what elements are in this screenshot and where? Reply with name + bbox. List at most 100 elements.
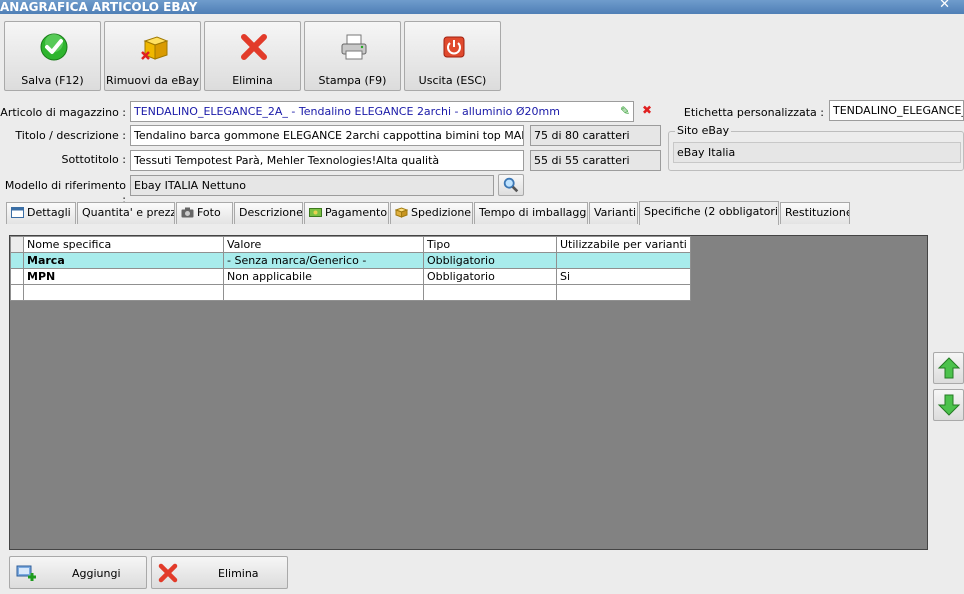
cell-tipo[interactable]: Obbligatorio bbox=[423, 268, 557, 285]
tab-specifiche[interactable]: Specifiche (2 obbligatorie) bbox=[639, 201, 779, 225]
power-icon bbox=[443, 36, 465, 58]
printer-icon bbox=[341, 34, 367, 60]
tab-quantita[interactable]: Quantita' e prezzo bbox=[77, 202, 175, 224]
tab-bar: Dettagli Quantita' e prezzo Foto Descriz… bbox=[6, 201, 852, 225]
cell-empty[interactable] bbox=[23, 284, 224, 301]
magnifier-icon bbox=[503, 177, 519, 193]
checkmark-icon bbox=[40, 33, 68, 61]
etichetta-label: Etichetta personalizzata : bbox=[683, 106, 824, 119]
tab-foto[interactable]: Foto bbox=[176, 202, 233, 224]
row-indicator bbox=[10, 284, 24, 301]
close-icon[interactable]: ✕ bbox=[939, 0, 950, 12]
tab-spedizione-label: Spedizione bbox=[411, 206, 472, 219]
tab-descrizione[interactable]: Descrizione bbox=[234, 202, 303, 224]
table-header-row: Nome specifica Valore Tipo Utilizzabile … bbox=[10, 236, 691, 253]
print-button[interactable]: Stampa (F9) bbox=[304, 21, 401, 91]
sito-ebay-field: eBay Italia bbox=[673, 142, 961, 163]
row-indicator bbox=[10, 268, 24, 285]
sottotitolo-label: Sottotitolo : bbox=[61, 153, 126, 166]
tab-restituzione[interactable]: Restituzione bbox=[780, 202, 850, 224]
col-nome-specifica[interactable]: Nome specifica bbox=[23, 236, 224, 253]
exit-button[interactable]: Uscita (ESC) bbox=[404, 21, 501, 91]
cell-valore[interactable]: - Senza marca/Generico - bbox=[223, 252, 424, 269]
specifiche-table: Nome specifica Valore Tipo Utilizzabile … bbox=[10, 236, 691, 301]
modello-value: Ebay ITALIA Nettuno bbox=[134, 179, 247, 192]
delete-row-button[interactable]: Elimina bbox=[151, 556, 288, 589]
save-button[interactable]: Salva (F12) bbox=[4, 21, 101, 91]
tab-quantita-label: Quantita' e prezzo bbox=[82, 206, 175, 219]
col-valore[interactable]: Valore bbox=[223, 236, 424, 253]
tab-dettagli[interactable]: Dettagli bbox=[6, 202, 76, 224]
tab-varianti-label: Varianti bbox=[594, 206, 637, 219]
cell-nome[interactable]: MPN bbox=[23, 268, 224, 285]
modello-field[interactable]: Ebay ITALIA Nettuno bbox=[130, 175, 494, 196]
col-tipo[interactable]: Tipo bbox=[423, 236, 557, 253]
etichetta-field[interactable]: TENDALINO_ELEGANCE_2A bbox=[829, 100, 964, 121]
titolo-field[interactable]: Tendalino barca gommone ELEGANCE 2archi … bbox=[130, 125, 524, 146]
calendar-icon bbox=[11, 207, 24, 218]
delete-row-label: Elimina bbox=[218, 567, 259, 580]
tab-tempo-imballaggio-label: Tempo di imballaggio bbox=[479, 206, 588, 219]
sottotitolo-field[interactable]: Tessuti Tempotest Parà, Mehler Texnologi… bbox=[130, 150, 524, 171]
add-row-icon bbox=[16, 565, 36, 581]
specifiche-grid[interactable]: Nome specifica Valore Tipo Utilizzabile … bbox=[9, 235, 928, 550]
remove-ebay-label: Rimuovi da eBay bbox=[106, 74, 199, 87]
tab-pagamento[interactable]: Pagamento bbox=[304, 202, 389, 224]
articolo-label: Articolo di magazzino : bbox=[0, 106, 126, 119]
articolo-value: TENDALINO_ELEGANCE_2A_ - Tendalino ELEGA… bbox=[134, 105, 560, 118]
tab-restituzione-label: Restituzione bbox=[785, 206, 850, 219]
table-row[interactable]: Marca - Senza marca/Generico - Obbligato… bbox=[10, 252, 691, 269]
tab-varianti[interactable]: Varianti bbox=[589, 202, 638, 224]
delete-label: Elimina bbox=[232, 74, 273, 87]
sito-ebay-group: Sito eBay eBay Italia bbox=[668, 124, 964, 171]
cell-empty[interactable] bbox=[423, 284, 557, 301]
window-titlebar: ANAGRAFICA ARTICOLO EBAY ✕ bbox=[0, 0, 964, 14]
titolo-label: Titolo / descrizione : bbox=[15, 129, 126, 142]
arrow-up-icon bbox=[937, 357, 961, 379]
titolo-value: Tendalino barca gommone ELEGANCE 2archi … bbox=[134, 129, 523, 142]
move-down-button[interactable] bbox=[933, 389, 964, 421]
cell-valore[interactable]: Non applicabile bbox=[223, 268, 424, 285]
sito-ebay-title: Sito eBay bbox=[675, 124, 732, 137]
table-row[interactable]: MPN Non applicabile Obbligatorio Si bbox=[10, 268, 691, 285]
cell-empty[interactable] bbox=[223, 284, 424, 301]
red-x-icon bbox=[241, 34, 267, 60]
articolo-field[interactable]: TENDALINO_ELEGANCE_2A_ - Tendalino ELEGA… bbox=[130, 101, 634, 122]
tab-descrizione-label: Descrizione bbox=[239, 206, 303, 219]
cell-tipo[interactable]: Obbligatorio bbox=[423, 252, 557, 269]
tab-tempo-imballaggio[interactable]: Tempo di imballaggio bbox=[474, 202, 588, 224]
print-label: Stampa (F9) bbox=[318, 74, 387, 87]
save-label: Salva (F12) bbox=[21, 74, 84, 87]
money-icon bbox=[309, 208, 322, 217]
cell-empty[interactable] bbox=[556, 284, 691, 301]
delete-button[interactable]: Elimina bbox=[204, 21, 301, 91]
row-indicator bbox=[10, 252, 24, 269]
sito-ebay-value: eBay Italia bbox=[677, 146, 736, 159]
window-title: ANAGRAFICA ARTICOLO EBAY bbox=[0, 0, 198, 14]
tab-pagamento-label: Pagamento bbox=[325, 206, 388, 219]
search-button[interactable] bbox=[498, 174, 524, 196]
sottotitolo-count-text: 55 di 55 caratteri bbox=[534, 154, 630, 167]
cell-varianti[interactable] bbox=[556, 252, 691, 269]
clear-icon[interactable]: ✖ bbox=[642, 103, 652, 117]
sottotitolo-count: 55 di 55 caratteri bbox=[530, 150, 661, 171]
sottotitolo-value: Tessuti Tempotest Parà, Mehler Texnologi… bbox=[134, 154, 440, 167]
remove-ebay-button[interactable]: Rimuovi da eBay bbox=[104, 21, 201, 91]
table-row-empty[interactable] bbox=[10, 284, 691, 301]
titolo-count: 75 di 80 caratteri bbox=[530, 125, 661, 146]
cell-nome[interactable]: Marca bbox=[23, 252, 224, 269]
row-indicator-header bbox=[10, 236, 24, 253]
add-button[interactable]: Aggiungi bbox=[9, 556, 147, 589]
titolo-count-text: 75 di 80 caratteri bbox=[534, 129, 630, 142]
move-up-button[interactable] bbox=[933, 352, 964, 384]
pencil-icon[interactable]: ✎ bbox=[620, 104, 630, 118]
etichetta-value: TENDALINO_ELEGANCE_2A bbox=[833, 104, 963, 117]
red-x-icon bbox=[158, 563, 178, 583]
cell-varianti[interactable]: Si bbox=[556, 268, 691, 285]
arrow-down-icon bbox=[937, 394, 961, 416]
exit-label: Uscita (ESC) bbox=[418, 74, 487, 87]
package-icon bbox=[395, 207, 408, 218]
camera-icon bbox=[181, 207, 194, 218]
tab-spedizione[interactable]: Spedizione bbox=[390, 202, 473, 224]
col-utilizzabile-varianti[interactable]: Utilizzabile per varianti bbox=[556, 236, 691, 253]
